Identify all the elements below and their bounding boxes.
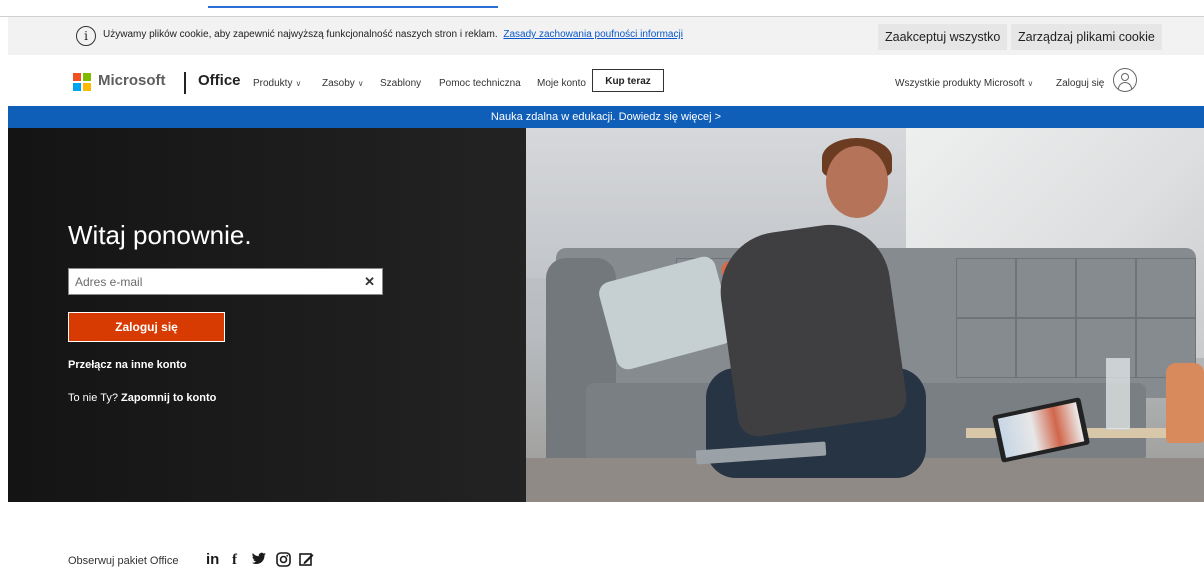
follow-office-label: Obserwuj pakiet Office [68,555,179,567]
linkedin-icon[interactable]: in [206,552,219,568]
sofa-tile [1016,318,1076,378]
sofa-tile [1076,258,1136,318]
avatar-head [1121,73,1129,81]
top-strip [0,0,1204,17]
chevron-down-icon: ∨ [295,79,302,88]
cookie-banner: i Używamy plików cookie, aby zapewnić na… [8,17,1204,55]
instagram-icon[interactable] [276,552,291,571]
switch-account-link[interactable]: Przełącz na inne konto [68,359,187,371]
clear-icon[interactable]: ✕ [364,274,375,290]
all-products-menu[interactable]: Wszystkie produkty Microsoft ∨ [895,78,1033,89]
email-input[interactable] [69,269,349,294]
photo-glass [1106,358,1130,430]
nav-item-label: Produkty [253,78,293,89]
nav-item-konto[interactable]: Moje konto [537,78,586,89]
sofa-tile [956,258,1016,318]
logo-square-blue [73,83,81,91]
office-link[interactable]: Office [198,72,241,89]
privacy-link[interactable]: Zasady zachowania poufności informacji [503,29,683,40]
sofa-tile [1136,258,1196,318]
nav-item-produkty[interactable]: Produkty ∨ [253,78,301,89]
sofa-tile [1016,258,1076,318]
cookie-text: Używamy plików cookie, aby zapewnić najw… [103,29,498,40]
avatar-body [1118,82,1132,89]
microsoft-logo-icon[interactable] [73,73,91,91]
nav-item-pomoc[interactable]: Pomoc techniczna [439,78,521,89]
twitter-icon[interactable] [251,552,267,570]
hero-photo [526,128,1204,502]
logo-square-yellow [83,83,91,91]
welcome-heading: Witaj ponownie. [68,220,252,250]
email-field[interactable]: ✕ [68,268,383,295]
accept-cookies-button[interactable]: Zaakceptuj wszystko [878,24,1008,50]
instagram-camera-shape [276,552,291,567]
nav-item-zasoby[interactable]: Zasoby ∨ [322,78,364,89]
photo-vase [1166,363,1204,443]
account-avatar-icon[interactable] [1113,68,1137,92]
chevron-down-icon: ∨ [357,79,364,88]
nav-divider [184,72,186,94]
forget-account-link[interactable]: Zapomnij to konto [121,392,216,404]
all-products-label: Wszystkie produkty Microsoft [895,78,1025,89]
twitter-bird-shape [251,552,266,564]
not-you-text: To nie Ty? [68,392,118,404]
logo-square-red [73,73,81,81]
facebook-icon[interactable]: f [232,552,237,568]
cookie-message: Używamy plików cookie, aby zapewnić najw… [103,29,683,40]
microsoft-wordmark[interactable]: Microsoft [98,72,166,89]
sofa-tile [956,318,1016,378]
nav-item-szablony[interactable]: Szablony [380,78,421,89]
not-you-line: To nie Ty? Zapomnij to konto [68,392,216,404]
blog-pencil-shape [299,553,314,566]
photo-person-head [826,146,888,218]
info-icon: i [76,26,96,46]
blog-icon[interactable] [299,552,314,571]
login-button[interactable]: Zaloguj się [68,312,225,342]
underline-fragment [208,0,498,8]
signin-link[interactable]: Zaloguj się [1056,78,1104,89]
top-navigation: Microsoft Office Produkty ∨ Zasoby ∨ Szabl… [8,58,1204,104]
manage-cookies-button[interactable]: Zarządzaj plikami cookie [1011,24,1162,50]
nav-item-label: Zasoby [322,78,355,89]
buy-now-button[interactable]: Kup teraz [592,69,664,92]
logo-square-green [83,73,91,81]
chevron-down-icon: ∨ [1027,79,1034,88]
hero-section: Witaj ponownie. ✕ Zaloguj się Przełącz n… [8,128,1204,502]
photo-person-body [712,217,910,439]
promo-banner[interactable]: Nauka zdalna w edukacji. Dowiedz się wię… [8,106,1204,128]
